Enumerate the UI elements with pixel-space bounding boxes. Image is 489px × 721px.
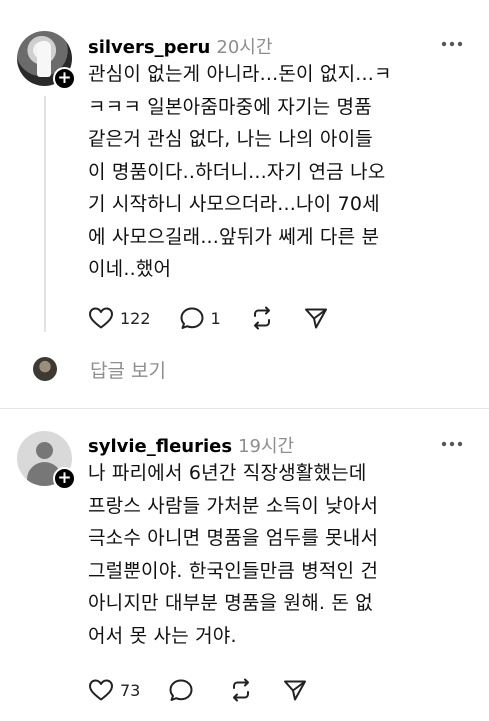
post-text-line: ㅋㅋㅋ 일본아줌마중에 자기는 명품 — [88, 95, 372, 118]
author-avatar[interactable]: + — [17, 431, 76, 490]
post-body: 관심이 없는게 아니라...돈이 없지...ㅋ ㅋㅋㅋ 일본아줌마중에 자기는 … — [88, 58, 478, 286]
post-text-line: 에 사모으길래...앞뒤가 쎄게 다른 분 — [88, 225, 380, 248]
like-count: 122 — [120, 308, 151, 328]
author-avatar[interactable]: + — [17, 31, 76, 90]
view-replies-link[interactable]: 답글 보기 — [90, 356, 166, 383]
post-text-line: 같은거 관심 없다, 나는 나의 아이들 — [88, 128, 373, 150]
comment-button[interactable]: 1 — [179, 306, 221, 330]
heart-icon — [89, 307, 113, 329]
post-text-line: 나 파리에서 6년간 직장생활했는데 — [88, 462, 367, 484]
comment-bubble-icon — [169, 679, 193, 701]
post-text-line: 아니지만 대부분 명품을 원해. 돈 없 — [88, 592, 373, 614]
post-actions: 122 1 — [88, 303, 357, 333]
post-text-line: 이 명품이다..하더니...자기 연금 나오 — [88, 160, 386, 183]
thread-post: + silvers_peru 20시간 관심이 없는게 아니라...돈이 없지..… — [0, 0, 489, 408]
post-timestamp: 20시간 — [216, 37, 273, 58]
username-link[interactable]: silvers_peru — [88, 37, 210, 58]
post-body: 나 파리에서 6년간 직장생활했는데 프랑스 사람들 가처분 소득이 낮아서 극… — [88, 457, 478, 652]
share-button[interactable] — [303, 306, 329, 330]
comment-count: 1 — [210, 308, 221, 328]
share-button[interactable] — [282, 678, 308, 702]
send-icon — [304, 308, 327, 329]
repost-button[interactable] — [249, 306, 275, 330]
more-options-icon[interactable] — [438, 434, 466, 454]
heart-icon — [89, 679, 113, 701]
reply-author-avatar — [33, 357, 57, 381]
comment-button[interactable] — [168, 678, 200, 702]
post-text-line: 어서 못 사는 거야. — [88, 624, 237, 647]
post-text-line: 프랑스 사람들 가처분 소득이 낮아서 — [88, 494, 379, 517]
follow-plus-icon[interactable]: + — [53, 67, 76, 90]
post-header: sylvie_fleuries 19시간 — [88, 432, 294, 458]
thread-connector-line — [44, 96, 46, 332]
like-button[interactable]: 122 — [88, 306, 151, 330]
comment-bubble-icon — [180, 307, 204, 329]
post-text-line: 그럴뿐이야. 한국인들만큼 병적인 건 — [88, 559, 379, 582]
thread-post: + sylvie_fleuries 19시간 나 파리에서 6년간 직장생활했는데… — [0, 408, 489, 721]
post-text-line: 극소수 아니면 명품을 엄두를 못내서 — [88, 527, 379, 549]
post-header: silvers_peru 20시간 — [88, 33, 272, 59]
send-icon — [284, 680, 307, 701]
post-actions: 73 — [88, 675, 336, 705]
repost-button[interactable] — [228, 678, 254, 702]
post-text-line: 관심이 없는게 아니라...돈이 없지...ㅋ — [88, 63, 392, 85]
view-replies-row[interactable]: 답글 보기 — [33, 355, 166, 383]
post-timestamp: 19시간 — [238, 436, 295, 457]
repost-icon — [253, 306, 270, 330]
follow-plus-icon[interactable]: + — [53, 467, 76, 490]
like-button[interactable]: 73 — [88, 678, 140, 702]
post-text-line: 이네..했어 — [88, 258, 172, 280]
more-options-icon[interactable] — [438, 34, 466, 54]
post-text-line: 기 시작하니 사모으더라...나이 70세 — [88, 193, 380, 215]
like-count: 73 — [120, 680, 141, 700]
username-link[interactable]: sylvie_fleuries — [88, 436, 232, 457]
repost-icon — [233, 678, 250, 702]
